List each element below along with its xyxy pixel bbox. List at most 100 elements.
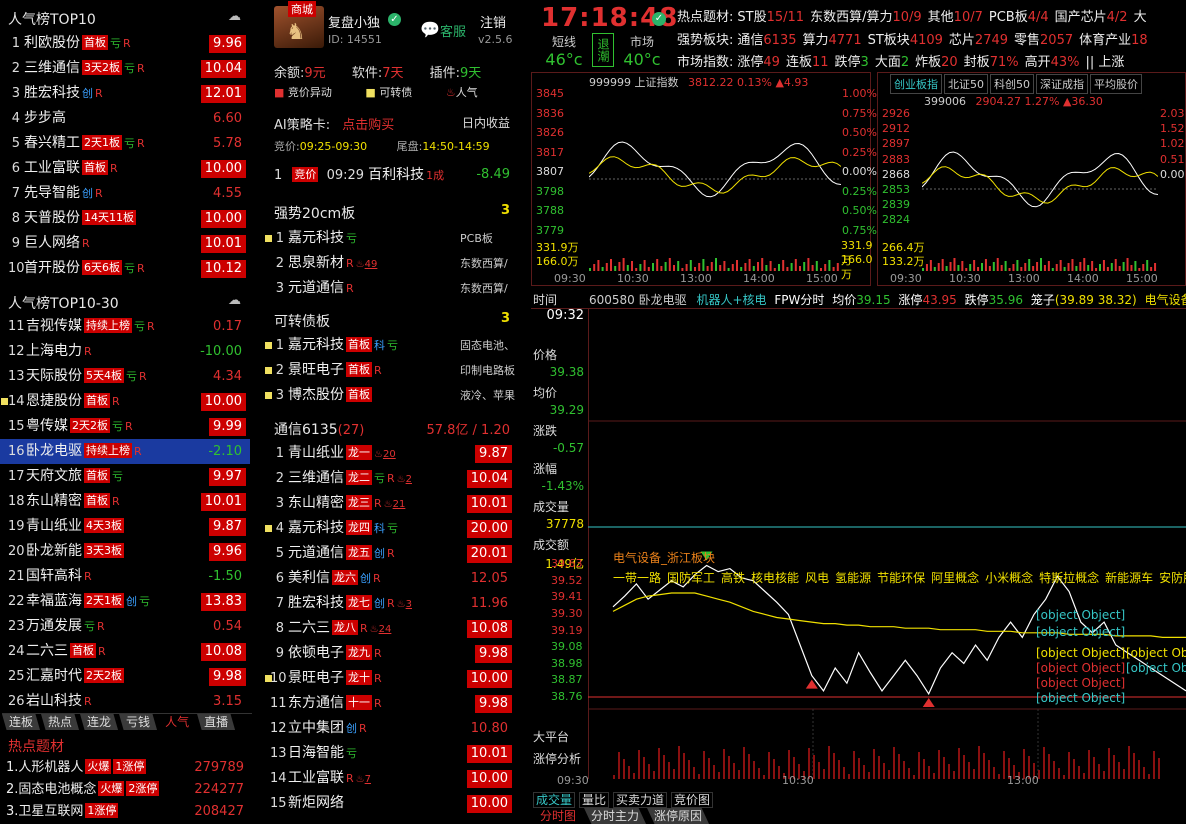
hot-name[interactable]: 2.固态电池概念	[6, 782, 96, 797]
stock-name[interactable]: 元道通信	[288, 545, 344, 561]
concept-tag[interactable]: 国防军工	[667, 571, 715, 585]
stock-row[interactable]: 9 依顿电子 龙九 R 9.98	[264, 641, 516, 666]
btm-label-2[interactable]: 涨停分析	[533, 748, 581, 770]
stock-name[interactable]: 天府文旅	[26, 468, 82, 484]
concept-tag[interactable]: 小米概念	[985, 571, 1033, 585]
index-tab[interactable]: 平均股价	[1090, 74, 1142, 94]
concept-tag[interactable]: 节能环保	[877, 571, 925, 585]
stock-name[interactable]: 吉视传媒	[26, 318, 82, 334]
stock-row[interactable]: 9 巨人网络 R 10.01	[0, 231, 250, 256]
stock-name[interactable]: 思泉新材	[288, 255, 344, 271]
line-item[interactable]: ST股	[737, 10, 766, 25]
hot-name[interactable]: 1.人形机器人	[6, 760, 83, 775]
concept-tag[interactable]: 新能源车	[1105, 571, 1153, 585]
btm-tab[interactable]: 量比	[579, 792, 610, 808]
concept-tag[interactable]: 风电	[805, 571, 829, 585]
stock-name[interactable]: 三维通信	[24, 60, 80, 76]
concept-tag[interactable]: 一带一路	[613, 571, 661, 585]
stock-row[interactable]: 26 岩山科技 R 3.15	[0, 689, 250, 714]
cloud-icon[interactable]: ☁	[228, 9, 244, 24]
index-tab[interactable]: 科创50	[990, 74, 1034, 94]
stock-row[interactable]: 24 二六三 首板 R 10.08	[0, 639, 250, 664]
stock-row[interactable]: 14 工业富联 R ♨7 10.00	[264, 766, 516, 791]
stock-name[interactable]: 东方通信	[288, 695, 344, 711]
stock-name[interactable]: 博杰股份	[288, 387, 344, 403]
sh-index-chart[interactable]: 999999 上证指数 3812.22 0.13% ▲4.93 331.9万 1…	[531, 72, 877, 286]
cloud-icon[interactable]: ☁	[228, 293, 244, 308]
left-tab[interactable]: 亏钱	[119, 714, 158, 730]
stock-name[interactable]: 利欧股份	[24, 35, 80, 51]
concept-tag[interactable]: 核电核能	[751, 571, 799, 585]
stock-row[interactable]: 4 步步高 6.60	[0, 106, 250, 131]
main-fpw[interactable]: FPW分时	[774, 293, 824, 307]
ai-stock-row[interactable]: 1 竞价 09:29 百利科技 1成 -8.49	[274, 164, 514, 186]
index-tab[interactable]: 深证成指	[1036, 74, 1088, 94]
line-item[interactable]: 国产芯片	[1055, 10, 1107, 25]
hot-row[interactable]: 1.人形机器人 火爆 1涨停 279789	[0, 757, 250, 779]
stock-name[interactable]: 景旺电子	[288, 670, 344, 686]
left-tab[interactable]: 连龙	[80, 714, 119, 730]
left-tab[interactable]: 直播	[197, 714, 236, 730]
stock-name[interactable]: 胜宏科技	[24, 85, 80, 101]
wechat-icon[interactable]: 💬	[420, 20, 440, 39]
stock-row[interactable]: 2 三维通信 龙二亏 R ♨2 10.04	[264, 466, 516, 491]
cy-index-chart[interactable]: 创业板指 北证50 科创50 深证成指 平均股价 399006 2904.27 1.27…	[877, 72, 1186, 286]
stock-row[interactable]: 20 卧龙新能 3天3板 9.96	[0, 539, 250, 564]
stock-name[interactable]: 先导智能	[24, 185, 80, 201]
btm-tab[interactable]: 涨停原因	[647, 808, 710, 824]
stock-name[interactable]: 东山精密	[288, 495, 344, 511]
stock-row[interactable]: 7 胜宏科技 龙七创 R ♨3 11.96	[264, 591, 516, 616]
btm-tab[interactable]: 买卖力道	[613, 792, 668, 808]
stock-row[interactable]: 2 三维通信 3天2板亏 R 10.04	[0, 56, 250, 81]
ai-buy-link[interactable]: 点击购买	[342, 118, 394, 133]
stock-name[interactable]: 胜宏科技	[288, 595, 344, 611]
line-item[interactable]: PCB板	[989, 10, 1028, 25]
stock-row[interactable]: 12 上海电力 R -10.00	[0, 339, 250, 364]
stock-row[interactable]: 14 恩捷股份 首板 R 10.00	[0, 389, 250, 414]
line-item[interactable]: 高开	[1025, 55, 1051, 70]
line-item[interactable]: || 上涨	[1086, 55, 1125, 70]
line-item[interactable]: 其他	[928, 10, 954, 25]
stock-name[interactable]: 青山纸业	[288, 445, 344, 461]
stock-row[interactable]: 3 元道通信 R 东数西算/	[264, 276, 516, 301]
stock-name[interactable]: 工业富联	[288, 770, 344, 786]
stock-name[interactable]: 新炬网络	[288, 795, 344, 811]
stock-name[interactable]: 景旺电子	[288, 362, 344, 378]
stock-row[interactable]: 13 日海智能亏 10.01	[264, 741, 516, 766]
hot-row[interactable]: 2.固态电池概念 火爆 2涨停 224277	[0, 779, 250, 801]
stock-row[interactable]: 3 东山精密 龙三 R ♨21 10.01	[264, 491, 516, 516]
btm-tab[interactable]: 竞价图	[671, 792, 714, 808]
index-tab[interactable]: 北证50	[944, 74, 988, 94]
stock-name[interactable]: 首开股份	[24, 260, 80, 276]
stock-name[interactable]: 幸福蓝海	[26, 593, 82, 609]
buy-marker[interactable]	[922, 697, 935, 707]
stock-row[interactable]: 3 博杰股份 首板 液冷、苹果	[264, 383, 516, 408]
stock-row[interactable]: 6 美利信 龙六创 R 12.05	[264, 566, 516, 591]
stock-row[interactable]: 10 首开股份 6天6板亏 R 10.12	[0, 256, 250, 281]
stock-name[interactable]: 卧龙电驱	[26, 443, 82, 459]
stock-name[interactable]: 上海电力	[26, 343, 82, 359]
stock-name[interactable]: 工业富联	[24, 160, 80, 176]
stock-row[interactable]: 13 天际股份 5天4板亏 R 4.34	[0, 364, 250, 389]
stock-name[interactable]: 步步高	[24, 110, 66, 126]
btm-tab[interactable]: 成交量	[533, 792, 576, 808]
stock-name[interactable]: 春兴精工	[24, 135, 80, 151]
line-item[interactable]: 涨停	[737, 55, 763, 70]
stock-name[interactable]: 恩捷股份	[26, 393, 82, 409]
stock-name[interactable]: 粤传媒	[26, 418, 68, 434]
stock-name[interactable]: 青山纸业	[26, 518, 82, 534]
stock-name[interactable]: 岩山科技	[26, 693, 82, 709]
stock-row[interactable]: 1 嘉元科技 首板科亏 固态电池、	[264, 333, 516, 358]
stock-name[interactable]: 日海智能	[288, 745, 344, 761]
stock-row[interactable]: 21 国轩高科 R -1.50	[0, 564, 250, 589]
stock-name[interactable]: 万通发展	[26, 618, 82, 634]
stock-row[interactable]: 1 利欧股份 首板亏 R 9.96	[0, 31, 250, 56]
stock-row[interactable]: 4 嘉元科技 龙四科亏 20.00	[264, 516, 516, 541]
hot-row[interactable]: 3.卫星互联网 1涨停 208427	[0, 801, 250, 823]
line-item[interactable]: ST板块	[868, 33, 910, 48]
stock-name[interactable]: 二六三	[26, 643, 68, 659]
stock-row[interactable]: 1 嘉元科技亏 PCB板	[264, 226, 516, 251]
line-item[interactable]: 大面	[875, 55, 901, 70]
stock-row[interactable]: 19 青山纸业 4天3板 9.87	[0, 514, 250, 539]
stock-name[interactable]: 汇嘉时代	[26, 668, 82, 684]
